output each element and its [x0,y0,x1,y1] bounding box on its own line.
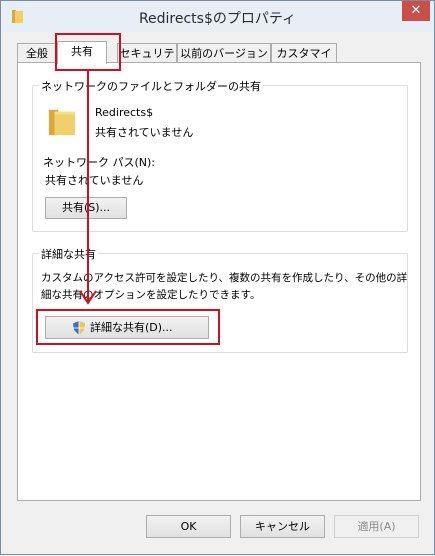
highlight-box-advanced-button [36,309,220,345]
tab-sharing[interactable]: 共有 [57,41,107,64]
advanced-share-description-line2: 細な共有のオプションを設定したりできます。 [41,289,261,301]
share-button[interactable]: 共有(S)... [45,197,127,219]
window-title: Redirects$のプロパティ [138,11,297,27]
tab-general[interactable]: 全般 [17,43,57,63]
advanced-share-description-line1: カスタムのアクセス許可を設定したり、複数の共有を作成したり、その他の詳 [41,272,408,284]
sharing-panel: ネットワークのファイルとフォルダーの共有 Redirects$ 共有されていませ… [17,62,421,501]
folder-icon [48,109,76,136]
folder-status: 共有されていません [95,126,194,139]
tab-previous-versions[interactable]: 以前のバージョン [177,43,271,63]
ok-button[interactable]: OK [146,515,231,538]
folder-name: Redirects$ [95,106,154,119]
network-share-group: ネットワークのファイルとフォルダーの共有 Redirects$ 共有されていませ… [32,78,408,232]
tab-customize[interactable]: カスタマイズ [271,43,337,79]
apply-button[interactable]: 適用(A) [334,515,419,538]
tab-security[interactable]: セキュリティ [117,43,177,79]
network-share-group-label: ネットワークのファイルとフォルダーの共有 [39,78,263,94]
properties-window: Redirects$のプロパティ ✕ 全般 共有 セキュリティ 以前のバージョン… [0,0,435,555]
title-bar: Redirects$のプロパティ ✕ [1,1,434,32]
network-path-label: ネットワーク パス(N): [43,156,156,169]
cancel-button[interactable]: キャンセル [240,515,325,538]
network-path-value: 共有されていません [45,174,144,187]
close-button[interactable]: ✕ [402,1,430,21]
advanced-share-group-label: 詳細な共有 [39,246,98,262]
